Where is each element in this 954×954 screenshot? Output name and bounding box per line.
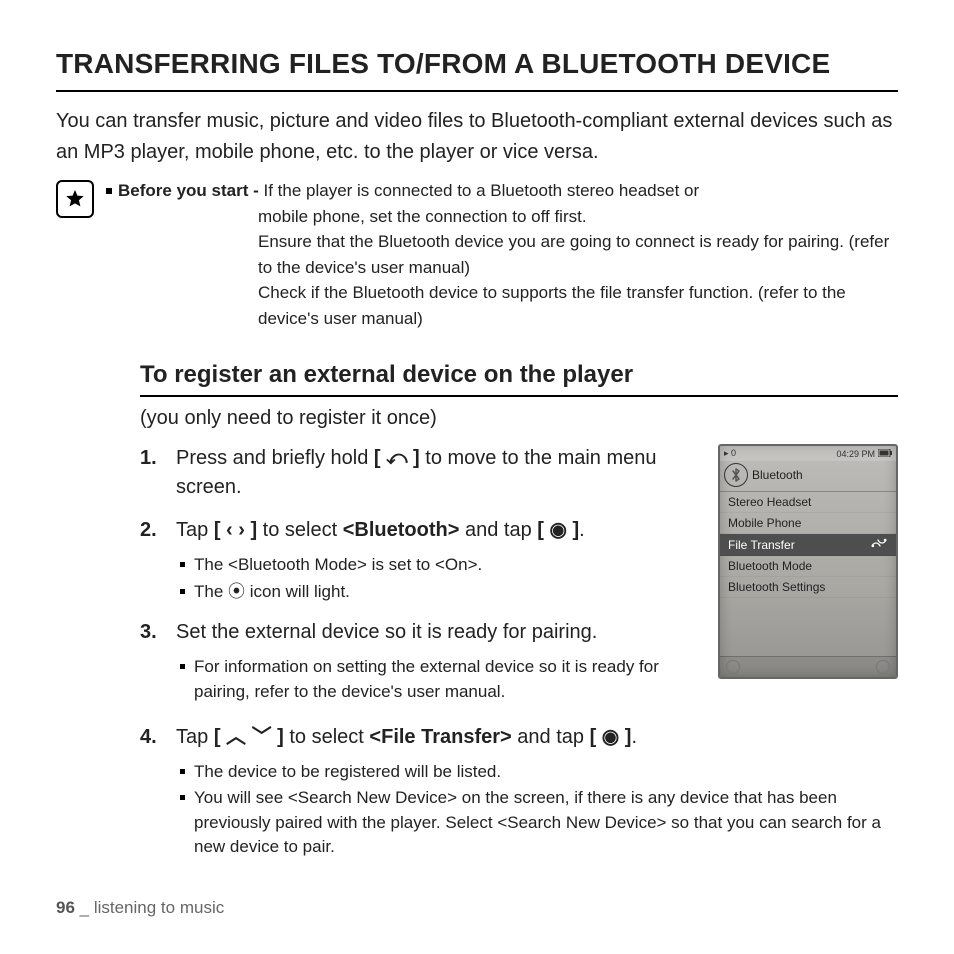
step-4-sub-2: You will see <Search New Device> on the … [176,786,898,860]
before-you-start-note: Before you start - If the player is conn… [56,178,898,331]
nav-dot-icon [876,660,890,674]
step-1: Press and briefly hold [ ⤺ ] to move to … [140,444,702,502]
note-rest: mobile phone, set the connection to off … [258,204,898,332]
step-4-sub-1: The device to be registered will be list… [176,760,898,785]
steps-list: Press and briefly hold [ ⤺ ] to move to … [140,444,702,719]
device-screenshot: ▸ 0 04:29 PM Bluetooth Stereo Headset Mo… [718,444,898,679]
status-time: 04:29 PM [836,449,875,459]
nav-dot-icon [726,660,740,674]
section-paren: (you only need to register it once) [140,407,898,430]
star-icon [56,180,94,218]
step-3-sub-1: For information on setting the external … [176,655,702,704]
footer-section: listening to music [94,898,224,917]
menu-item-bluetooth-settings[interactable]: Bluetooth Settings [720,577,896,598]
page-title: TRANSFERRING FILES TO/FROM A BLUETOOTH D… [56,48,898,92]
step-2-sub-1: The <Bluetooth Mode> is set to <On>. [176,553,702,578]
page-number: 96 [56,898,75,917]
note-lead: Before you start - [118,181,263,200]
screen-title: Bluetooth [752,468,803,482]
battery-icon [878,449,892,459]
bluetooth-icon [724,463,748,487]
note-line1: If the player is connected to a Bluetoot… [263,181,699,200]
step-4: Tap [ ︿ ﹀ ] to select <File Transfer> an… [140,723,898,861]
menu-item-mobile-phone[interactable]: Mobile Phone [720,513,896,534]
menu-item-file-transfer[interactable]: File Transfer [720,534,896,556]
menu-item-stereo-headset[interactable]: Stereo Headset [720,492,896,513]
step-2-sub-2: The ⦿ icon will light. [176,580,702,605]
menu-item-bluetooth-mode[interactable]: Bluetooth Mode [720,556,896,577]
step-2: Tap [ ‹ › ] to select <Bluetooth> and ta… [140,516,702,604]
steps-list-cont: Tap [ ︿ ﹀ ] to select <File Transfer> an… [140,723,898,861]
step-3: Set the external device so it is ready f… [140,618,702,704]
hand-swap-icon [870,537,888,552]
screen-bottom-bar [720,656,896,677]
page-footer: 96 _ listening to music [56,898,224,918]
section-subhead: To register an external device on the pl… [140,361,898,397]
screen-menu: Stereo Headset Mobile Phone File Transfe… [720,492,896,598]
intro-paragraph: You can transfer music, picture and vide… [56,106,898,168]
status-left: ▸ 0 [724,448,736,459]
